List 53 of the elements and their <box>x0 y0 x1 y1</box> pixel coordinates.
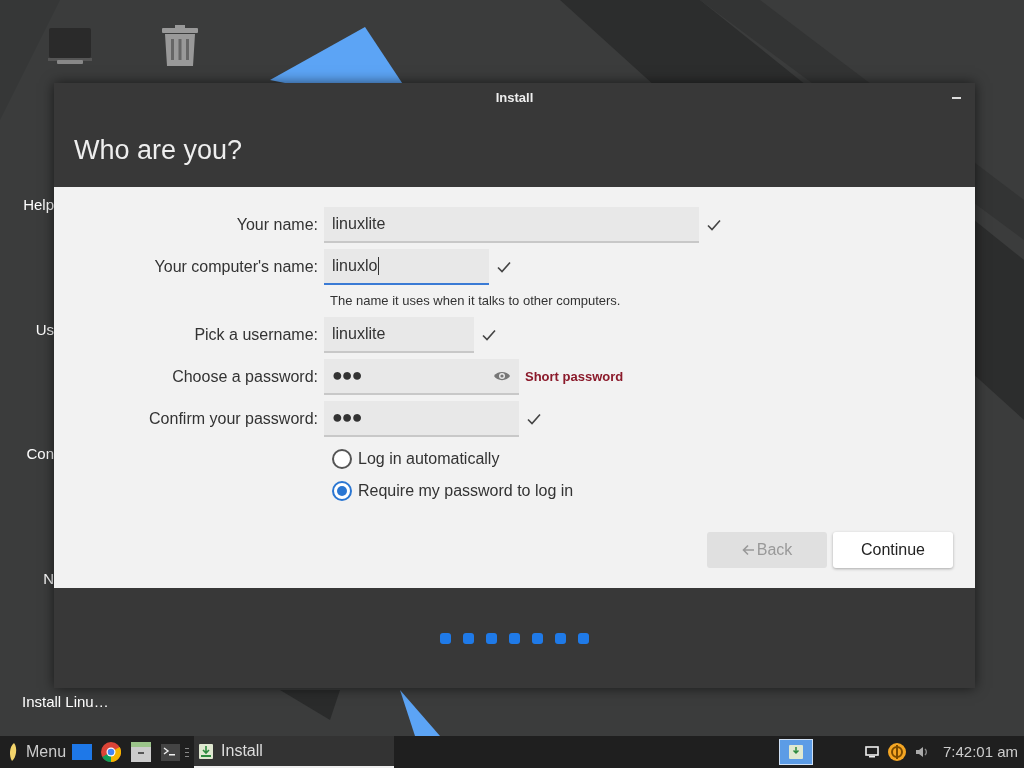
input-field[interactable]: linuxlite <box>324 207 699 243</box>
masked-value: ●●● <box>332 364 362 387</box>
desktop-icon-label[interactable]: Us <box>35 318 54 341</box>
file-cabinet-icon[interactable] <box>131 742 152 762</box>
trash-icon[interactable] <box>162 25 198 67</box>
speaker-icon[interactable] <box>914 745 929 759</box>
update-icon[interactable] <box>886 742 907 762</box>
desktop-icon-label[interactable]: Help <box>23 194 54 217</box>
minimize-icon[interactable] <box>952 97 961 100</box>
check-icon <box>707 219 721 231</box>
check-icon <box>527 412 541 425</box>
installer-tray-icon[interactable] <box>778 739 813 765</box>
field-hint: The name it uses when it talks to other computers. <box>330 292 622 310</box>
input-field[interactable]: linuxlo <box>324 249 489 285</box>
leaf-icon[interactable] <box>8 742 18 762</box>
desktop-icon[interactable] <box>72 744 93 760</box>
check-icon <box>497 261 511 273</box>
masked-value: ●●● <box>332 406 362 429</box>
desktop-icon-label[interactable]: Con <box>26 443 54 466</box>
field-label: Your name: <box>235 215 319 235</box>
radio-button[interactable] <box>332 448 352 469</box>
laptop-icon[interactable] <box>48 27 92 65</box>
screen-icon[interactable] <box>864 746 879 758</box>
terminal-icon[interactable] <box>161 743 181 761</box>
password-field[interactable]: ●●● <box>324 358 519 395</box>
field-label: Your computer's name: <box>153 257 319 277</box>
page-heading: Who are you? <box>74 133 243 167</box>
browser-icon[interactable] <box>101 742 122 762</box>
password-field[interactable]: ●●● <box>324 400 519 437</box>
menu-button[interactable]: Menu <box>26 740 67 764</box>
field-value: linuxlite <box>332 323 386 344</box>
back-arrow-icon <box>741 544 755 556</box>
clock[interactable]: 7:42:01 am <box>942 740 1018 764</box>
field-value: linuxlo <box>332 256 378 276</box>
radio-button[interactable] <box>332 480 352 501</box>
error-message: Short password <box>525 367 624 386</box>
field-label: Pick a username: <box>193 324 319 345</box>
continue-button[interactable]: Continue <box>833 532 953 568</box>
check-icon <box>482 328 496 341</box>
separator-icon <box>185 747 190 757</box>
field-value: linuxlite <box>332 214 386 234</box>
eye-icon[interactable] <box>493 369 511 382</box>
desktop-icon-label[interactable]: Install Linu… <box>22 691 109 714</box>
field-label: Choose a password: <box>171 366 319 387</box>
desktop-icon-label[interactable]: N <box>43 567 54 590</box>
field-label: Confirm your password: <box>148 408 319 429</box>
text-cursor <box>378 257 380 275</box>
taskbar-task[interactable]: Install <box>194 736 395 768</box>
input-field[interactable]: linuxlite <box>324 316 474 353</box>
radio-label: Log in automatically <box>358 448 500 469</box>
radio-label: Require my password to log in <box>358 480 574 501</box>
window-title: Install <box>495 89 534 108</box>
installer-icon <box>199 743 214 759</box>
